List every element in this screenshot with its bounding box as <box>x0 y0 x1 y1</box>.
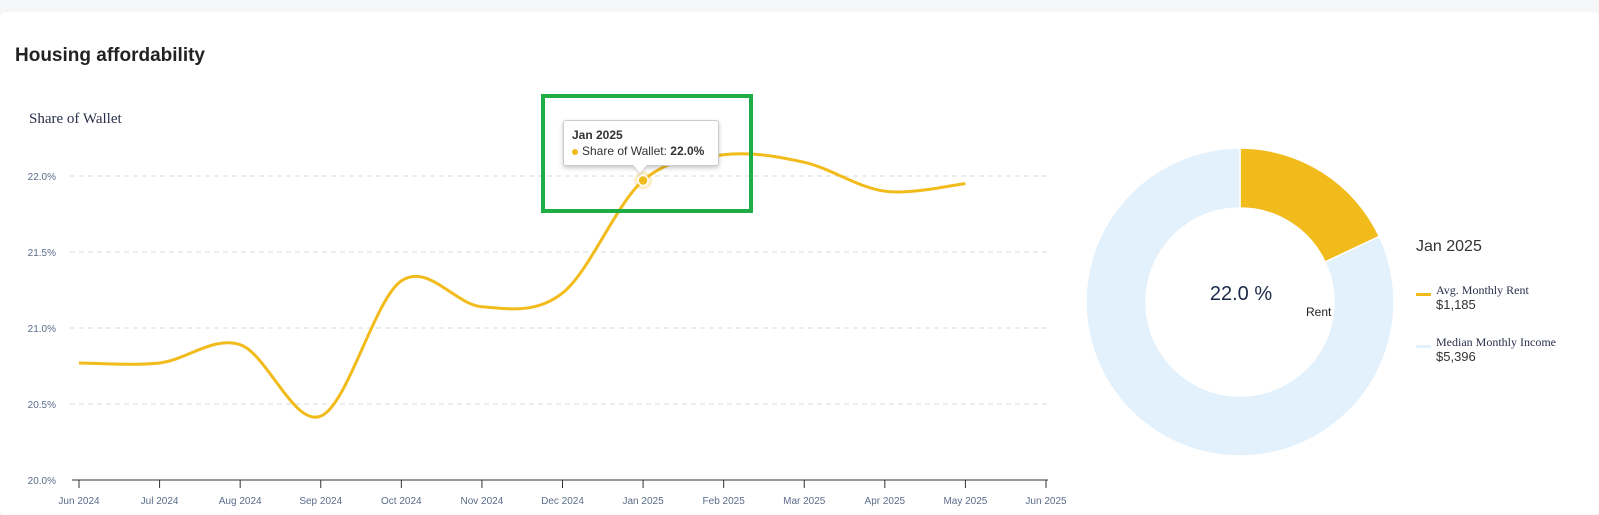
legend-value-income: $5,396 <box>1436 349 1476 364</box>
legend-swatch-income <box>1416 345 1431 348</box>
legend-swatch-rent <box>1416 293 1431 296</box>
donut-center-sublabel: Rent <box>1306 305 1332 319</box>
legend-title: Jan 2025 <box>1416 238 1482 255</box>
donut-slice-rent[interactable] <box>1239 147 1381 264</box>
legend-name-income: Median Monthly Income <box>1436 335 1556 349</box>
rent-income-donut-chart <box>1085 147 1395 457</box>
legend-value-rent: $1,185 <box>1436 297 1476 312</box>
legend-name-rent: Avg. Monthly Rent <box>1436 283 1529 297</box>
donut-center-value: 22.0 % <box>1209 283 1273 305</box>
